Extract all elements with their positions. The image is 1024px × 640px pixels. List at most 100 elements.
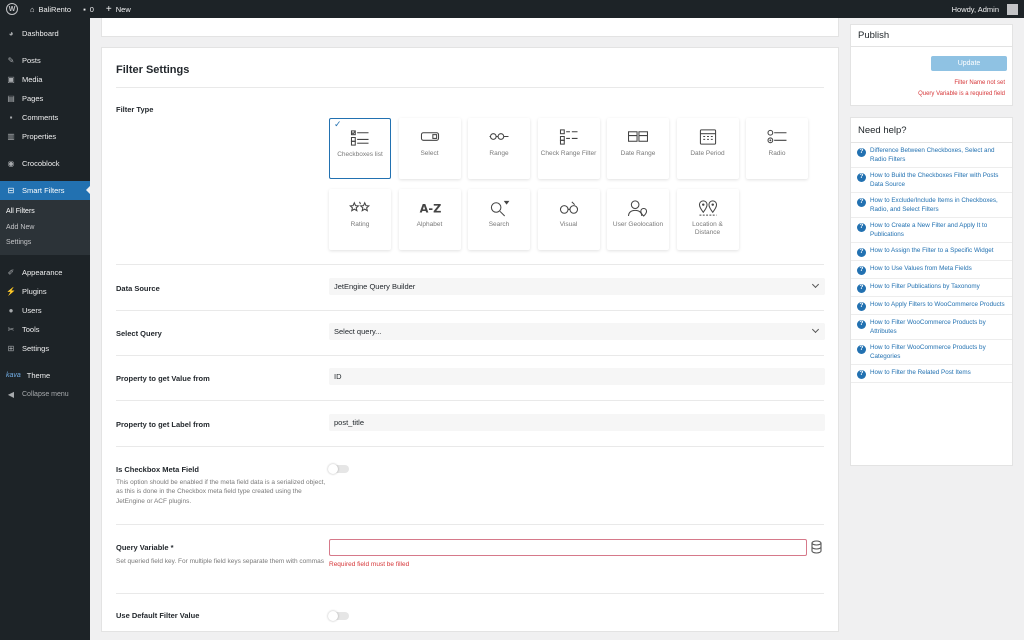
menu-label: Media (22, 75, 43, 84)
value-property-input[interactable]: ID (329, 368, 825, 385)
submenu-add-new[interactable]: Add New (0, 220, 90, 236)
menu-theme[interactable]: kava Theme (0, 366, 90, 385)
menu-users[interactable]: ● Users (0, 301, 90, 320)
submenu-settings[interactable]: Settings (0, 235, 90, 251)
menu-crocoblock[interactable]: ◉ Crocoblock (0, 154, 90, 173)
publish-error: Query Variable is a required field (918, 91, 1005, 97)
chevron-down-icon (811, 280, 820, 289)
checkbox-meta-toggle[interactable] (328, 464, 349, 474)
help-link[interactable]: ? How to Create a New Filter and Apply It… (851, 218, 1012, 243)
filter-type-label: Location & Distance (692, 221, 723, 237)
label-property-input[interactable]: post_title (329, 414, 825, 431)
checkboxes-icon (350, 130, 369, 146)
comments-count: 0 (89, 4, 94, 14)
help-link[interactable]: ? How to Use Values from Meta Fields (851, 261, 1012, 279)
comments-link[interactable]: ▪ 0 (77, 0, 100, 18)
help-link[interactable]: ? How to Build the Checkboxes Filter with… (851, 168, 1012, 193)
menu-label: Plugins (22, 286, 47, 296)
default-value-toggle[interactable] (328, 611, 349, 621)
question-icon: ? (857, 223, 866, 232)
pin-icon: ✎ (7, 56, 15, 65)
menu-plugins[interactable]: ⚡ Plugins (0, 282, 90, 301)
question-icon: ? (857, 345, 866, 354)
menu-collapse[interactable]: ◀ Collapse menu (0, 385, 90, 404)
help-link[interactable]: ? How to Filter Publications by Taxonomy (851, 279, 1012, 297)
filter-type-location-distance[interactable]: Location & Distance (676, 189, 739, 250)
query-variable-label: Query Variable * (116, 543, 174, 552)
menu-media[interactable]: ▣ Media (0, 70, 90, 89)
wordpress-logo-button[interactable]: W (0, 0, 24, 18)
avatar (1007, 3, 1018, 15)
question-icon: ? (857, 173, 866, 182)
menu-tools[interactable]: ✂ Tools (0, 320, 90, 339)
filter-type-check-range[interactable]: Check Range Filter (537, 118, 600, 179)
filter-type-alphabet[interactable]: A-Z Alphabet (398, 189, 461, 250)
help-link[interactable]: ? How to Assign the Filter to a Specific … (851, 243, 1012, 261)
menu-comments[interactable]: ▪ Comments (0, 108, 90, 127)
filter-type-checkboxes[interactable]: ✓ Checkboxes list (329, 118, 391, 179)
admin-sidebar: ◕ Dashboard ✎ Posts ▣ Media ▤ Pages ▪ Comment… (0, 18, 90, 640)
menu-posts[interactable]: ✎ Posts (0, 51, 90, 70)
menu-settings[interactable]: ⊞ Settings (0, 339, 90, 358)
site-name-link[interactable]: ⌂ BaliRento (24, 0, 77, 18)
new-content-link[interactable]: + New (100, 0, 137, 18)
filter-type-range[interactable]: Range (468, 118, 530, 179)
settings-icon: ⊞ (7, 343, 15, 353)
update-button[interactable]: Update (931, 56, 1007, 71)
help-link[interactable]: ? How to Apply Filters to WooCommerce Pro… (851, 297, 1012, 315)
help-link[interactable]: ? Difference Between Checkboxes, Select a… (851, 143, 1012, 168)
filter-type-visual[interactable]: Visual (537, 189, 600, 250)
data-source-label: Data Source (116, 284, 160, 293)
help-box: Need help? ? Difference Between Checkboxe… (850, 117, 1013, 466)
help-link[interactable]: ? How to Filter WooCommerce Products by C… (851, 340, 1012, 365)
menu-properties[interactable]: ▥ Properties (0, 127, 90, 146)
alphabet-icon: A-Z (419, 201, 440, 215)
menu-appearance[interactable]: ✐ Appearance (0, 263, 90, 282)
question-icon: ? (857, 370, 866, 379)
query-variable-description: Set queried field key. For multiple fiel… (116, 558, 324, 565)
filter-type-label: Alphabet (416, 221, 443, 228)
query-variable-input[interactable] (329, 539, 807, 556)
filter-type-select[interactable]: Select (398, 118, 461, 179)
menu-smart-filters[interactable]: ⊟ Smart Filters (0, 181, 90, 200)
help-link[interactable]: ? How to Exclude/Include Items in Checkbo… (851, 193, 1012, 218)
filter-type-user-geolocation[interactable]: User Geolocation (607, 189, 669, 250)
divider (116, 524, 824, 525)
wrench-icon: ✂ (7, 324, 15, 334)
menu-pages[interactable]: ▤ Pages (0, 89, 90, 108)
smart-filters-icon: ⊟ (7, 186, 15, 195)
question-icon: ? (857, 248, 866, 257)
filter-type-label: Check Range Filter (540, 150, 597, 157)
wordpress-icon: W (6, 3, 18, 15)
help-link[interactable]: ? How to Filter the Related Post Items (851, 365, 1012, 383)
database-icon[interactable] (811, 540, 822, 554)
question-icon: ? (857, 320, 866, 329)
filter-type-label: Rating (350, 221, 370, 228)
user-geolocation-icon (628, 200, 648, 217)
data-source-select[interactable]: JetEngine Query Builder (329, 278, 825, 295)
svg-text:A-Z: A-Z (419, 201, 440, 215)
select-query-select[interactable]: Select query... (329, 323, 825, 340)
filter-type-date-period[interactable]: Date Period (676, 118, 739, 179)
default-value-label: Use Default Filter Value (116, 611, 200, 620)
filter-type-label: Search (488, 221, 510, 228)
help-link-text: How to Assign the Filter to a Specific W… (870, 247, 994, 254)
filter-type-search[interactable]: Search (468, 189, 530, 250)
account-menu[interactable]: Howdy, Admin (946, 0, 1024, 18)
help-link-text: How to Filter WooCommerce Products by At… (870, 319, 986, 335)
menu-label: Theme (26, 370, 51, 380)
question-icon: ? (857, 302, 866, 311)
filter-type-date-range[interactable]: Date Range (607, 118, 669, 179)
rating-icon (349, 201, 371, 212)
help-link[interactable]: ? How to Filter WooCommerce Products by A… (851, 315, 1012, 340)
plugin-icon: ⚡ (6, 286, 16, 296)
filter-type-rating[interactable]: Rating (329, 189, 391, 250)
filter-settings-card: Filter Settings Filter Type ✓ Checkboxes … (101, 47, 839, 632)
menu-label: Smart Filters (22, 186, 65, 195)
divider (116, 446, 824, 447)
filter-type-radio[interactable]: Radio (746, 118, 808, 179)
submenu-all-filters[interactable]: All Filters (0, 204, 90, 220)
checkmark-icon: ✓ (334, 119, 342, 129)
menu-dashboard[interactable]: ◕ Dashboard (0, 24, 90, 43)
divider (116, 355, 824, 356)
